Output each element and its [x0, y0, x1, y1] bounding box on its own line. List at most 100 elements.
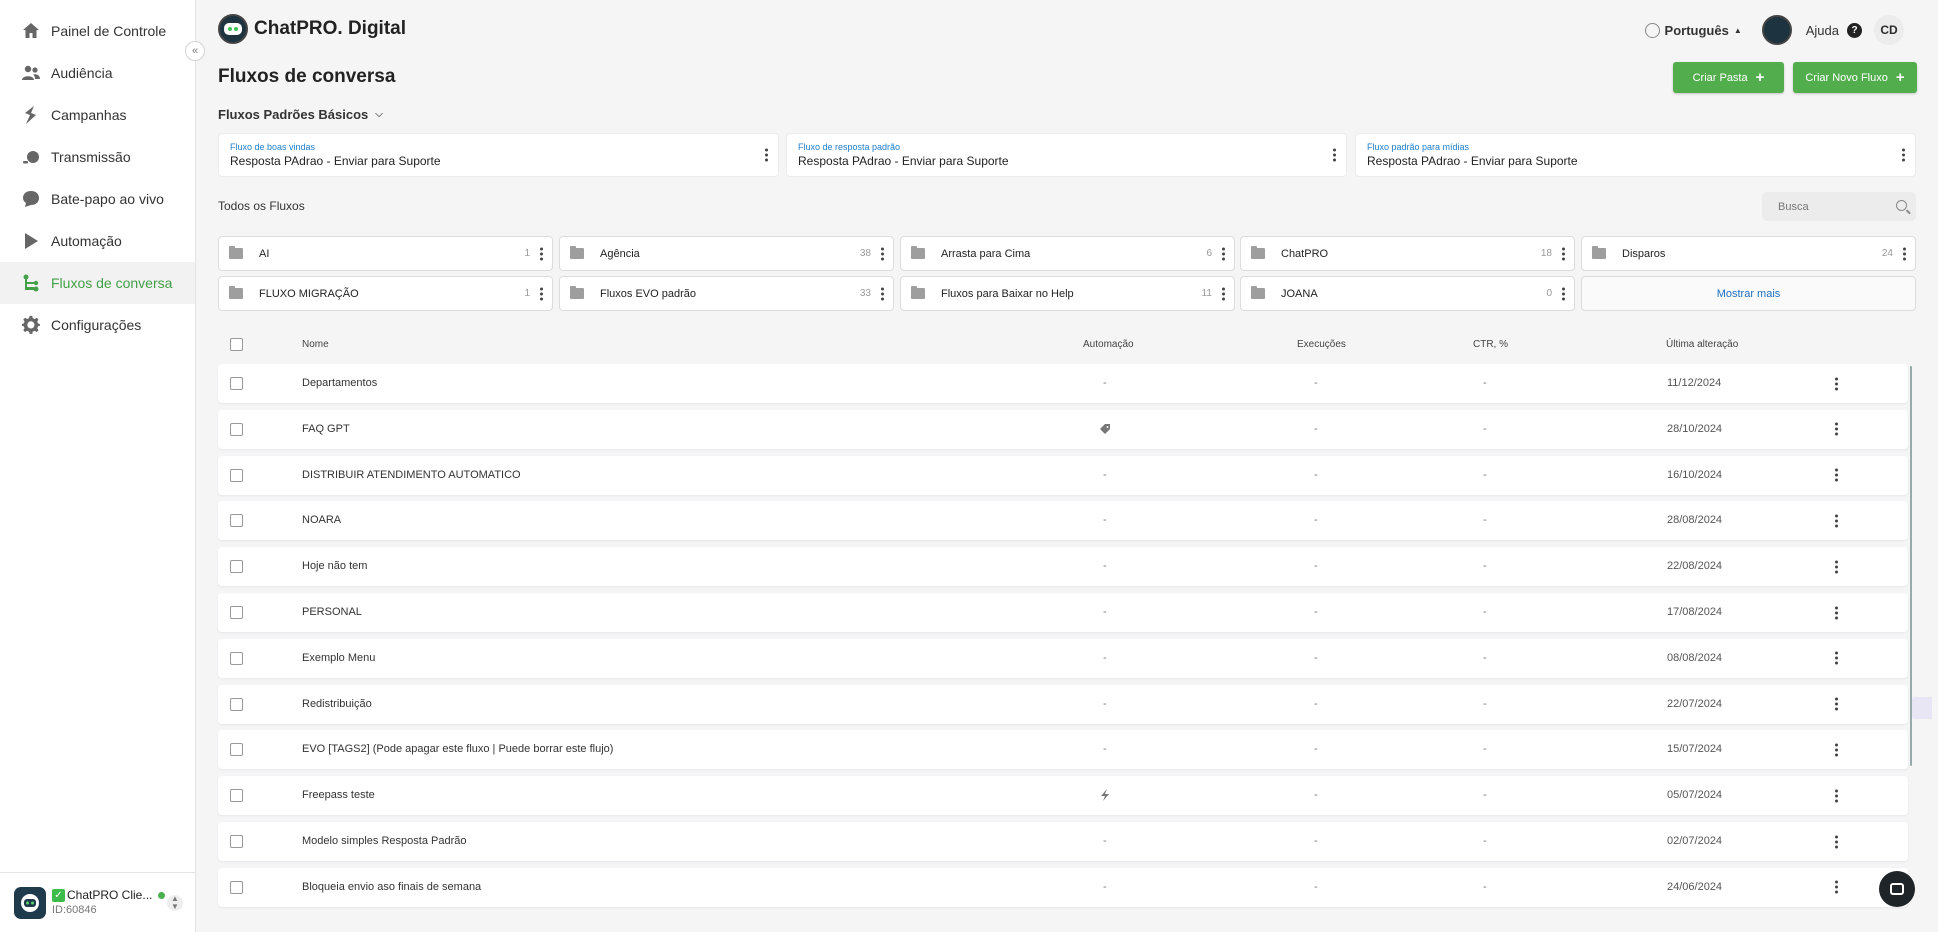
flow-name[interactable]: PERSONAL — [302, 606, 362, 618]
search-input[interactable]: Busca — [1762, 192, 1916, 221]
more-options-icon[interactable] — [540, 287, 543, 300]
sidebar-item-campaigns[interactable]: Campanhas — [0, 94, 195, 136]
flow-name[interactable]: Hoje não tem — [302, 560, 367, 572]
column-name[interactable]: Nome — [302, 339, 329, 350]
row-checkbox[interactable] — [230, 422, 243, 436]
row-checkbox[interactable] — [230, 697, 243, 711]
account-switcher[interactable]: ✓ ChatPRO Clie... ID:60846 ▲ ▼ — [0, 872, 196, 932]
sidebar-item-audience[interactable]: Audiência — [0, 52, 195, 94]
table-row[interactable]: Departamentos - - - 11/12/2024 — [218, 364, 1908, 403]
show-more-button[interactable]: Mostrar mais — [1581, 276, 1916, 311]
more-options-icon[interactable] — [540, 247, 543, 260]
side-widget-tab[interactable] — [1912, 697, 1932, 719]
flow-name[interactable]: NOARA — [302, 514, 341, 526]
table-row[interactable]: PERSONAL - - - 17/08/2024 — [218, 593, 1908, 632]
table-row[interactable]: Bloqueia envio aso finais de semana - - - 24… — [218, 867, 1908, 907]
table-row[interactable]: Hoje não tem - - - 22/08/2024 — [218, 547, 1908, 587]
flow-name[interactable]: FAQ GPT — [302, 423, 350, 435]
flow-name[interactable]: Redistribuição — [302, 698, 372, 710]
table-row[interactable]: FAQ GPT - - 28/10/2024 — [218, 409, 1908, 449]
bot-avatar[interactable] — [1761, 15, 1792, 45]
more-options-icon[interactable] — [1835, 789, 1838, 803]
row-checkbox[interactable] — [230, 651, 243, 665]
create-folder-button[interactable]: Criar Pasta + — [1673, 62, 1784, 93]
flow-name[interactable]: DISTRIBUIR ATENDIMENTO AUTOMATICO — [302, 469, 521, 481]
more-options-icon[interactable] — [1562, 287, 1565, 300]
more-options-icon[interactable] — [1835, 743, 1838, 757]
row-checkbox[interactable] — [230, 789, 243, 803]
default-flow-card[interactable]: Fluxo de boas vindas Resposta PAdrao - E… — [218, 133, 779, 177]
more-options-icon[interactable] — [1835, 651, 1838, 665]
more-options-icon[interactable] — [1903, 247, 1906, 260]
more-options-icon[interactable] — [1835, 835, 1838, 848]
more-options-icon[interactable] — [1835, 377, 1838, 390]
more-options-icon[interactable] — [1835, 560, 1838, 574]
more-options-icon[interactable] — [881, 247, 884, 260]
row-checkbox[interactable] — [230, 377, 243, 390]
more-options-icon[interactable] — [1835, 468, 1838, 482]
folder-card[interactable]: Disparos 24 — [1581, 236, 1916, 271]
column-automation[interactable]: Automação — [1083, 339, 1134, 350]
default-flow-card[interactable]: Fluxo padrão para mídias Resposta PAdrao… — [1355, 133, 1916, 177]
create-flow-button[interactable]: Criar Novo Fluxo + — [1793, 62, 1917, 93]
column-updated[interactable]: Última alteração — [1666, 339, 1738, 350]
more-options-icon[interactable] — [1562, 247, 1565, 260]
folder-card[interactable]: Fluxos para Baixar no Help 11 — [900, 276, 1235, 311]
collapse-sidebar-button[interactable]: « — [185, 41, 205, 61]
row-checkbox[interactable] — [230, 835, 243, 848]
brand[interactable]: ChatPRO. Digital — [218, 14, 406, 44]
flow-name[interactable]: Departamentos — [302, 377, 377, 389]
row-checkbox[interactable] — [230, 606, 243, 619]
column-ctr[interactable]: CTR, % — [1473, 339, 1508, 350]
more-options-icon[interactable] — [1835, 880, 1838, 894]
expand-arrows-icon[interactable]: ▲ ▼ — [167, 895, 183, 911]
column-runs[interactable]: Execuções — [1297, 339, 1346, 350]
row-checkbox[interactable] — [230, 560, 243, 574]
table-row[interactable]: Exemplo Menu - - - 08/08/2024 — [218, 638, 1908, 678]
sidebar-item-dashboard[interactable]: Painel de Controle — [0, 10, 195, 52]
table-row[interactable]: DISTRIBUIR ATENDIMENTO AUTOMATICO - - - 16/1… — [218, 455, 1908, 495]
sidebar-item-automation[interactable]: Automação — [0, 220, 195, 262]
help-link[interactable]: Ajuda ? — [1806, 22, 1862, 38]
more-options-icon[interactable] — [881, 287, 884, 300]
table-row[interactable]: Modelo simples Resposta Padrão - - - 02/07/2… — [218, 822, 1908, 861]
folder-card[interactable]: Arrasta para Cima 6 — [900, 236, 1235, 271]
folder-card[interactable]: AI 1 — [218, 236, 553, 271]
folder-card[interactable]: Fluxos EVO padrão 33 — [559, 276, 894, 311]
support-chat-button[interactable] — [1879, 871, 1915, 907]
row-checkbox[interactable] — [230, 468, 243, 482]
sidebar-item-settings[interactable]: Configurações — [0, 304, 195, 346]
more-options-icon[interactable] — [1222, 287, 1225, 300]
sidebar-item-live-chat[interactable]: Bate-papo ao vivo — [0, 178, 195, 220]
folder-card[interactable]: Agência 38 — [559, 236, 894, 271]
more-options-icon[interactable] — [1333, 148, 1336, 162]
flow-name[interactable]: EVO [TAGS2] (Pode apagar este fluxo | Pu… — [302, 743, 613, 755]
user-avatar[interactable]: CD — [1874, 15, 1904, 45]
table-row[interactable]: NOARA - - - 28/08/2024 — [218, 501, 1908, 541]
flow-name[interactable]: Exemplo Menu — [302, 652, 375, 664]
folder-card[interactable]: FLUXO MIGRAÇÃO 1 — [218, 276, 553, 311]
more-options-icon[interactable] — [1222, 247, 1225, 260]
folder-card[interactable]: ChatPRO 18 — [1240, 236, 1575, 271]
flow-name[interactable]: Freepass teste — [302, 789, 375, 801]
select-all-checkbox[interactable] — [230, 338, 243, 351]
sidebar-item-conversation-flows[interactable]: Fluxos de conversa — [0, 262, 195, 304]
more-options-icon[interactable] — [765, 148, 768, 162]
sidebar-item-broadcast[interactable]: Transmissão — [0, 136, 195, 178]
language-selector[interactable]: Português ▲ — [1644, 22, 1742, 38]
flow-name[interactable]: Modelo simples Resposta Padrão — [302, 835, 466, 847]
more-options-icon[interactable] — [1902, 148, 1905, 162]
more-options-icon[interactable] — [1835, 606, 1838, 619]
more-options-icon[interactable] — [1835, 422, 1838, 436]
more-options-icon[interactable] — [1835, 697, 1838, 711]
table-row[interactable]: EVO [TAGS2] (Pode apagar este fluxo | Pu… — [218, 730, 1908, 770]
table-row[interactable]: Redistribuição - - - 22/07/2024 — [218, 684, 1908, 724]
table-row[interactable]: Freepass teste - - 05/07/2024 — [218, 776, 1908, 816]
default-flow-card[interactable]: Fluxo de resposta padrão Resposta PAdrao… — [786, 133, 1347, 177]
flow-name[interactable]: Bloqueia envio aso finais de semana — [302, 881, 481, 893]
row-checkbox[interactable] — [230, 514, 243, 528]
more-options-icon[interactable] — [1835, 514, 1838, 528]
row-checkbox[interactable] — [230, 880, 243, 894]
folder-card[interactable]: JOANA 0 — [1240, 276, 1575, 311]
row-checkbox[interactable] — [230, 743, 243, 757]
